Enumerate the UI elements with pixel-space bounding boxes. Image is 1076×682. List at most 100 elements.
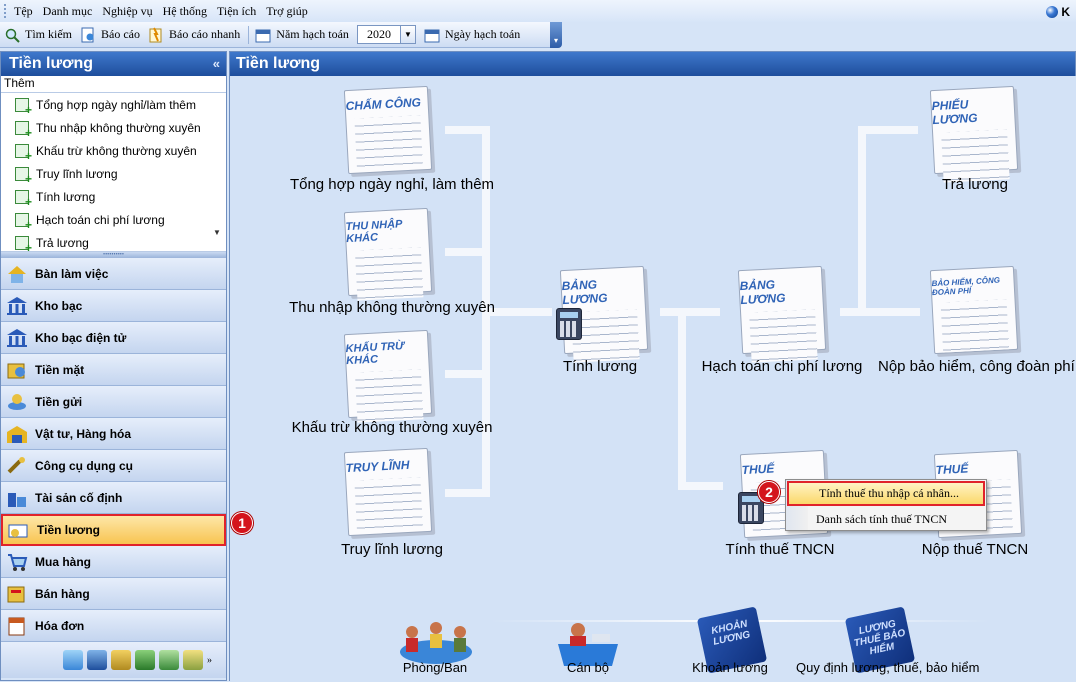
catalog-regulations[interactable]: Quy định lương, thuế, bảo hiểm — [796, 660, 979, 675]
task-item[interactable]: Khấu trừ không thường xuyên — [1, 139, 226, 163]
connector — [678, 308, 686, 490]
task-item[interactable]: Tính lương — [1, 185, 226, 209]
fiscal-year-select[interactable]: 2020 — [356, 25, 401, 44]
other-income-document-icon[interactable]: THU NHẬP KHÁC — [343, 207, 433, 301]
connector — [840, 308, 920, 316]
connector — [858, 126, 866, 316]
invoice-icon — [5, 615, 29, 637]
percent-icon[interactable] — [63, 650, 83, 670]
back-pay-document-icon[interactable]: TRUY LĨNH — [343, 447, 433, 537]
task-item[interactable]: Trả lương — [1, 231, 226, 251]
menu-help[interactable]: Trợ giúp — [266, 4, 308, 19]
catalog-departments[interactable]: Phòng/Ban — [380, 660, 490, 675]
add-document-icon — [15, 166, 32, 186]
task-item[interactable]: Truy lĩnh lương — [1, 162, 226, 186]
calendar-icon — [255, 27, 271, 43]
search-icon — [4, 27, 20, 43]
payslip-document-icon[interactable]: PHIẾU LƯƠNG — [929, 85, 1019, 183]
nav-tools[interactable]: Công cụ dụng cụ — [1, 450, 226, 482]
task-item[interactable]: Thu nhập không thường xuyên — [1, 116, 226, 140]
timesheet-document-icon[interactable]: CHẤM CÔNG — [343, 85, 433, 175]
catalog-staff[interactable]: Cán bộ — [542, 660, 634, 675]
toolbar-overflow-button[interactable]: ▾ — [550, 22, 562, 48]
quick-report-button[interactable]: Báo cáo nhanh — [148, 27, 240, 43]
bank-icon — [5, 295, 29, 317]
report-button[interactable]: Báo cáo — [80, 27, 140, 43]
fiscal-year-label: Năm hạch toán — [255, 27, 349, 43]
menu-system[interactable]: Hệ thống — [163, 4, 207, 19]
node-pay-salary[interactable]: Trả lương — [910, 176, 1040, 193]
nav-deposit[interactable]: Tiền gửi — [1, 386, 226, 418]
search-button[interactable]: Tìm kiếm — [4, 27, 72, 43]
task-item[interactable]: Tổng hợp ngày nghỉ/làm thêm — [1, 93, 226, 117]
node-back-pay[interactable]: Truy lĩnh lương — [284, 541, 500, 558]
nav-workspace[interactable]: Bàn làm việc — [1, 258, 226, 290]
cash-icon — [5, 359, 29, 381]
node-pay-pit[interactable]: Nộp thuế TNCN — [910, 541, 1040, 558]
nav-sales[interactable]: Bán hàng — [1, 578, 226, 610]
add-document-icon — [15, 235, 32, 251]
nav-cash[interactable]: Tiền mặt — [1, 354, 226, 386]
menu-item-pit-list[interactable]: Danh sách tính thuế TNCN — [786, 507, 986, 532]
process-diagram: CHẤM CÔNG Tổng hợp ngày nghỉ, làm thêm T… — [230, 76, 1076, 682]
scroll-down-icon[interactable]: ▼ — [210, 225, 224, 239]
sidebar-shortcut-bar: » — [1, 642, 226, 678]
node-pay-insurance[interactable]: Nộp bảo hiểm, công đoàn phí — [878, 358, 1075, 375]
node-timesheet-summary[interactable]: Tổng hợp ngày nghỉ, làm thêm — [284, 176, 500, 193]
collapse-icon[interactable]: « — [213, 56, 220, 71]
task-item[interactable]: Hạch toán chi phí lương — [1, 208, 226, 232]
nav-materials[interactable]: Vật tư, Hàng hóa — [1, 418, 226, 450]
add-document-icon — [15, 120, 32, 140]
add-document-icon — [15, 143, 32, 163]
add-document-icon — [15, 97, 32, 117]
sidebar-subheader: Thêm — [1, 76, 226, 93]
toolbar: Tìm kiếm Báo cáo Báo cáo nhanh Năm hạch … — [0, 22, 562, 48]
nav-purchasing[interactable]: Mua hàng — [1, 546, 226, 578]
nav-treasury[interactable]: Kho bạc — [1, 290, 226, 322]
nav-invoice[interactable]: Hóa đơn — [1, 610, 226, 642]
nav-payroll[interactable]: Tiền lương — [1, 514, 226, 546]
sidebar-header: Tiền lương « — [1, 52, 226, 76]
calculator-icon[interactable] — [87, 650, 107, 670]
menu-grip — [4, 4, 8, 18]
tools-icon[interactable] — [111, 650, 131, 670]
sidebar: Tiền lương « Thêm Tổng hợp ngày nghỉ/làm… — [0, 51, 227, 681]
calculator-icon — [556, 308, 582, 340]
more-shortcuts-icon[interactable]: » — [207, 655, 212, 666]
checklist-icon[interactable] — [159, 650, 179, 670]
tax-context-menu: Tính thuế thu nhập cá nhân... Danh sách … — [785, 479, 987, 531]
add-document-icon — [15, 189, 32, 209]
nav-fixed-assets[interactable]: Tài sản cố định — [1, 482, 226, 514]
main-header: Tiền lương — [230, 52, 1075, 76]
step-badge-2: 2 — [758, 481, 780, 503]
main-panel: Tiền lương CHẤM CÔNG Tổng hợp ngày nghỉ,… — [229, 51, 1076, 682]
nav-e-treasury[interactable]: Kho bạc điện tử — [1, 322, 226, 354]
posting-date-button[interactable]: Ngày hạch toán — [424, 27, 520, 43]
menu-operations[interactable]: Nghiệp vụ — [102, 4, 152, 19]
books-icon[interactable] — [135, 650, 155, 670]
tools-icon — [5, 455, 29, 477]
node-calculate-pit[interactable]: Tính thuế TNCN — [710, 541, 850, 558]
menu-item-calculate-pit[interactable]: Tính thuế thu nhập cá nhân... — [787, 481, 985, 506]
deposit-icon — [5, 391, 29, 413]
node-irregular-deduction[interactable]: Khấu trừ không thường xuyên — [284, 419, 500, 436]
node-irregular-income[interactable]: Thu nhập không thường xuyên — [284, 299, 500, 316]
folder-icon[interactable] — [183, 650, 203, 670]
other-deduction-document-icon[interactable]: KHẤU TRỪ KHÁC — [343, 329, 433, 423]
node-salary-cost-posting[interactable]: Hạch toán chi phí lương — [692, 358, 872, 375]
globe-icon — [1046, 6, 1059, 18]
payroll-posting-document-icon[interactable]: BẢNG LƯƠNG — [737, 265, 827, 363]
menu-catalog[interactable]: Danh mục — [43, 4, 93, 19]
insurance-document-icon[interactable]: BẢO HIỂM, CÔNG ĐOÀN PHÍ — [929, 265, 1019, 355]
menu-file[interactable]: Tệp — [14, 4, 33, 19]
connector — [660, 308, 720, 316]
connector — [858, 126, 918, 134]
step-badge-1: 1 — [231, 512, 253, 534]
node-calculate-salary[interactable]: Tính lương — [540, 358, 660, 375]
catalog-salary-items[interactable]: Khoản lương — [680, 660, 780, 675]
menu-utilities[interactable]: Tiện ích — [217, 4, 256, 19]
brand-logo: K — [1046, 5, 1070, 19]
bank-icon — [5, 327, 29, 349]
add-document-icon — [15, 212, 32, 232]
fiscal-year-dropdown-button[interactable]: ▼ — [400, 25, 416, 44]
